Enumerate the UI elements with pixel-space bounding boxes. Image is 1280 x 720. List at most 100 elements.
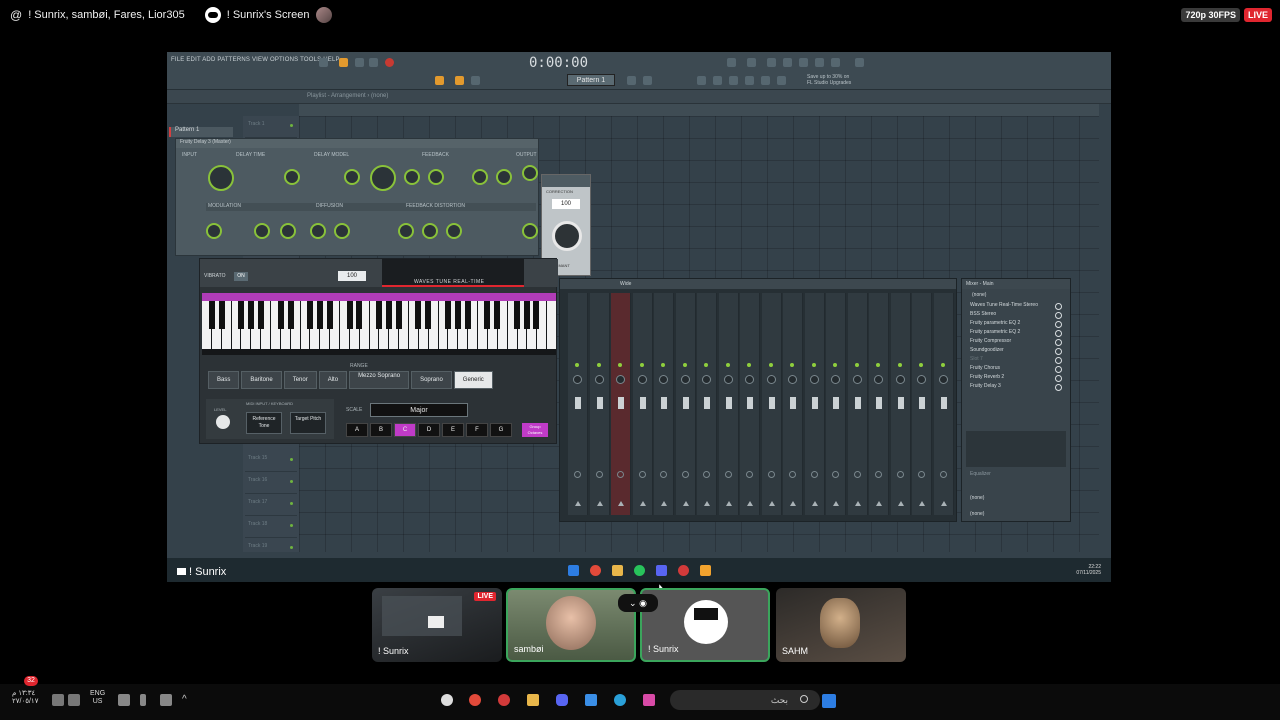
record-icon[interactable] bbox=[385, 58, 394, 67]
view-icon[interactable] bbox=[643, 76, 652, 85]
black-key[interactable] bbox=[415, 301, 422, 329]
volume-fader[interactable] bbox=[618, 397, 624, 409]
pan-knob[interactable] bbox=[637, 375, 647, 384]
mixer-track[interactable] bbox=[697, 293, 717, 515]
volume-fader[interactable] bbox=[876, 397, 882, 409]
windows-start-icon[interactable] bbox=[568, 565, 579, 576]
pattern-mode-icon[interactable] bbox=[339, 58, 348, 67]
range-generic-button[interactable]: Generic bbox=[453, 371, 493, 389]
participant-tile[interactable]: sambøi bbox=[506, 588, 636, 662]
volume-fader[interactable] bbox=[704, 397, 710, 409]
diffusion-level-knob[interactable] bbox=[310, 223, 326, 239]
black-key[interactable] bbox=[454, 301, 461, 329]
waves-tune-window[interactable]: VIBRATO ON 100 WAVES TUNE REAL-TIME RANG… bbox=[199, 258, 558, 444]
pattern-selector[interactable]: Pattern 1 bbox=[567, 74, 615, 86]
view-icon[interactable] bbox=[729, 76, 738, 85]
volume-fader[interactable] bbox=[575, 397, 581, 409]
send-knob[interactable] bbox=[681, 471, 689, 478]
wet-knob[interactable] bbox=[522, 165, 538, 181]
black-key[interactable] bbox=[258, 301, 264, 329]
stop-icon[interactable] bbox=[369, 58, 378, 67]
cutoff-knob[interactable] bbox=[404, 169, 420, 185]
black-key[interactable] bbox=[376, 301, 382, 329]
offset-knob[interactable] bbox=[284, 169, 300, 185]
route-arrow-icon[interactable] bbox=[704, 501, 710, 506]
time-mod-knob[interactable] bbox=[254, 223, 270, 239]
search-input[interactable]: بحث bbox=[670, 690, 820, 710]
effect-slot[interactable]: BSS Stereo bbox=[962, 310, 1070, 319]
language-indicator[interactable]: ENG US bbox=[90, 690, 105, 706]
route-arrow-icon[interactable] bbox=[575, 501, 581, 506]
volume-fader[interactable] bbox=[682, 397, 689, 409]
send-knob[interactable] bbox=[853, 471, 861, 478]
volume-fader[interactable] bbox=[854, 397, 861, 409]
range-alto-button[interactable]: Alto bbox=[318, 371, 348, 389]
track-header[interactable]: Track 1 bbox=[245, 118, 297, 138]
view-icon[interactable] bbox=[627, 76, 636, 85]
route-arrow-icon[interactable] bbox=[833, 501, 839, 506]
mixer-track[interactable] bbox=[804, 293, 825, 515]
pan-knob[interactable] bbox=[702, 375, 711, 384]
note-c-button[interactable]: C bbox=[394, 423, 416, 437]
send-knob[interactable] bbox=[638, 471, 646, 478]
send-knob[interactable] bbox=[832, 471, 839, 478]
black-key[interactable] bbox=[425, 301, 432, 329]
plugin-title[interactable]: Fruity Delay 3 (Master) bbox=[176, 139, 538, 148]
black-key[interactable] bbox=[494, 301, 500, 329]
send-knob[interactable] bbox=[724, 471, 732, 478]
piano-keyboard[interactable] bbox=[202, 293, 556, 355]
pan-knob[interactable] bbox=[680, 375, 690, 384]
send-knob[interactable] bbox=[746, 471, 753, 478]
view-icon[interactable] bbox=[745, 76, 754, 85]
store-icon[interactable] bbox=[585, 694, 597, 706]
pan-knob[interactable] bbox=[874, 375, 883, 384]
play-icon[interactable] bbox=[355, 58, 364, 67]
browser-icon[interactable] bbox=[815, 58, 824, 67]
black-key[interactable] bbox=[238, 301, 245, 329]
fruity-delay-window[interactable]: Fruity Delay 3 (Master) INPUT DELAY TIME… bbox=[175, 138, 539, 256]
group-octaves-button[interactable]: Group Octaves bbox=[522, 423, 548, 437]
route-arrow-icon[interactable] bbox=[897, 501, 904, 506]
stereo-knob[interactable] bbox=[344, 169, 360, 185]
note-b-button[interactable]: B bbox=[370, 423, 392, 437]
black-key[interactable] bbox=[346, 301, 353, 329]
volume-fader[interactable] bbox=[833, 397, 839, 409]
volume-fader[interactable] bbox=[596, 397, 603, 409]
mixer-track[interactable] bbox=[890, 293, 911, 515]
volume-fader[interactable] bbox=[790, 397, 796, 409]
symmetry-knob[interactable] bbox=[446, 223, 462, 239]
volume-fader[interactable] bbox=[747, 397, 753, 409]
mixer-icon[interactable] bbox=[783, 58, 792, 67]
view-icon[interactable] bbox=[713, 76, 722, 85]
chrome-icon[interactable] bbox=[469, 694, 481, 706]
send-knob[interactable] bbox=[660, 471, 667, 478]
track-header[interactable]: Track 17 bbox=[245, 496, 297, 516]
input-selector[interactable]: (none) bbox=[962, 289, 1070, 301]
timeline-ruler[interactable] bbox=[299, 104, 1099, 116]
black-key[interactable] bbox=[287, 301, 294, 329]
piano-roll-icon[interactable] bbox=[799, 58, 808, 67]
scale-dropdown[interactable]: Major bbox=[370, 403, 468, 417]
host-clock[interactable]: ١٣:٣٤ م ٢٧/٠٥/١٧ bbox=[12, 690, 38, 706]
microphone-icon[interactable] bbox=[140, 694, 146, 706]
black-key[interactable] bbox=[317, 301, 323, 329]
onedrive-icon[interactable] bbox=[160, 694, 172, 706]
black-key[interactable] bbox=[356, 301, 363, 329]
mixer-window[interactable]: Wide bbox=[559, 278, 957, 522]
paint-tool-icon[interactable] bbox=[455, 76, 464, 85]
range-bass-button[interactable]: Bass bbox=[208, 371, 240, 389]
black-key[interactable] bbox=[464, 301, 471, 329]
pan-knob[interactable] bbox=[745, 375, 754, 384]
vibrato-value[interactable]: 100 bbox=[338, 271, 366, 281]
effect-slot[interactable]: Fruity Compressor bbox=[962, 337, 1070, 346]
participant-tile[interactable]: LIVE ! Sunrix bbox=[372, 588, 502, 662]
volume-fader[interactable] bbox=[639, 397, 646, 409]
mixer-track[interactable] bbox=[589, 293, 610, 515]
track-header[interactable]: Track 15 bbox=[245, 452, 297, 472]
mixer-track[interactable] bbox=[632, 293, 653, 515]
correction-dial[interactable] bbox=[552, 221, 582, 251]
range-mezzo-button[interactable]: Mezzo Soprano bbox=[349, 371, 410, 389]
mixer-track[interactable] bbox=[718, 293, 739, 515]
route-arrow-icon[interactable] bbox=[639, 501, 646, 506]
draw-tool-icon[interactable] bbox=[435, 76, 444, 85]
